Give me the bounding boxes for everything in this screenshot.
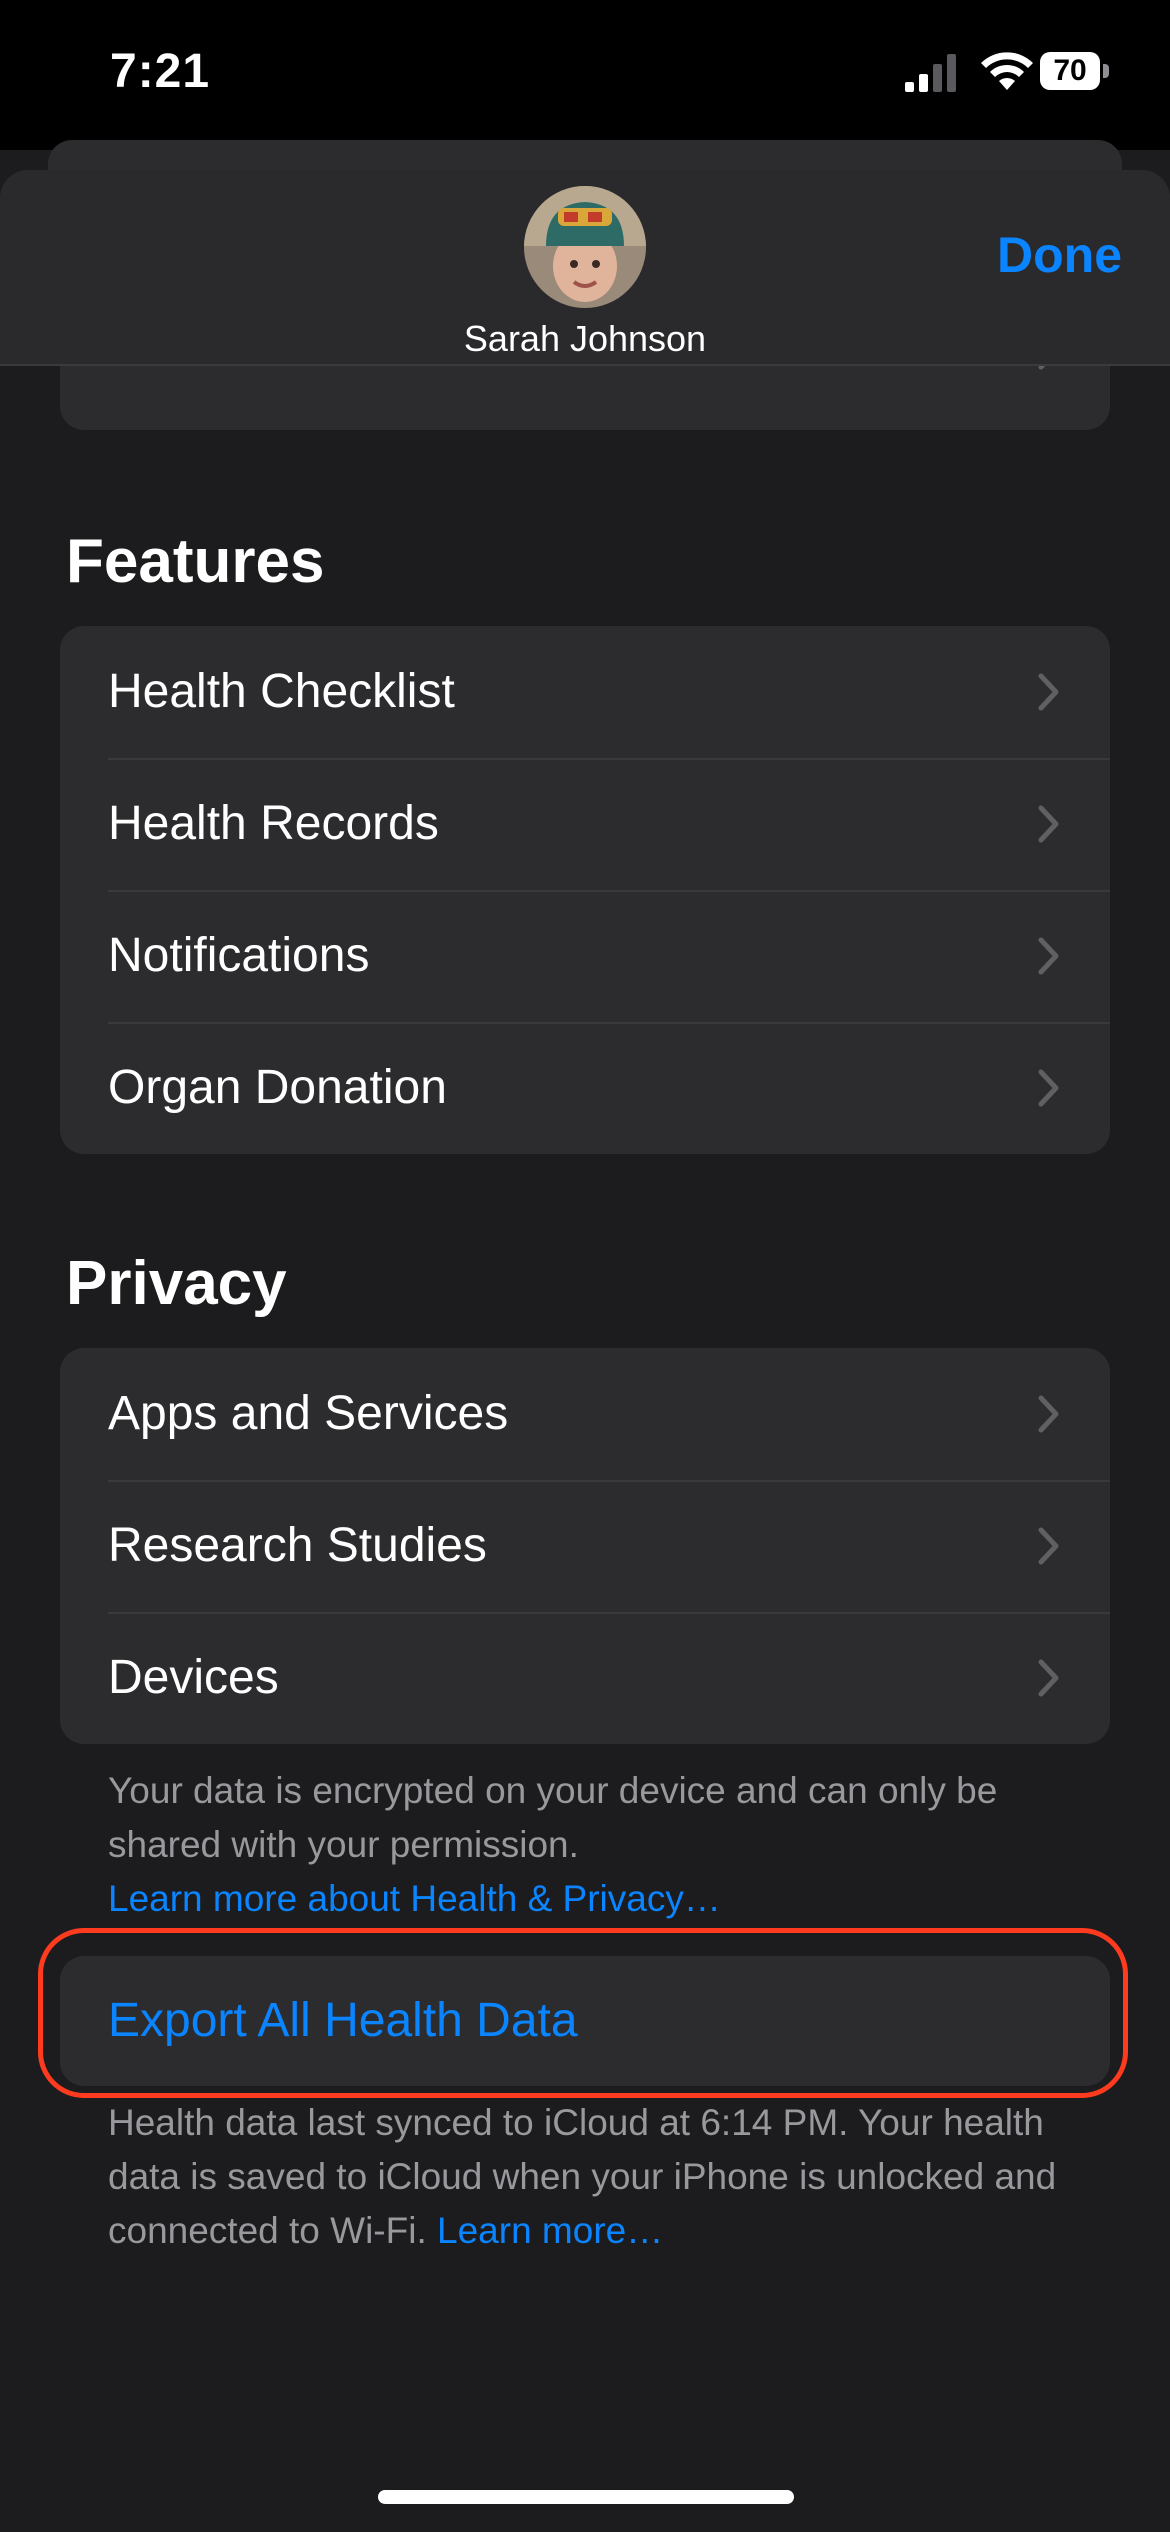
privacy-card: Apps and Services Research Studies Devic… <box>60 1348 1110 1744</box>
features-section-title: Features <box>66 527 325 596</box>
chevron-right-icon <box>1038 673 1059 711</box>
features-item-organ-donation[interactable]: Organ Donation <box>60 1022 1110 1154</box>
learn-more-link[interactable]: Learn more… <box>437 2210 663 2251</box>
highlight-annotation <box>38 1928 1128 2098</box>
wifi-icon <box>981 52 1033 90</box>
list-item-label: Health Checklist <box>108 665 455 718</box>
privacy-footer: Your data is encrypted on your device an… <box>108 1764 1068 1926</box>
avatar[interactable] <box>524 186 646 308</box>
features-item-notifications[interactable]: Notifications <box>60 890 1110 1022</box>
battery-level: 70 <box>1040 52 1100 90</box>
list-item-label: Health Records <box>108 797 439 850</box>
chevron-right-icon <box>1038 937 1059 975</box>
chevron-right-icon <box>1038 1395 1059 1433</box>
chevron-right-icon <box>1038 1659 1059 1697</box>
privacy-footer-text: Your data is encrypted on your device an… <box>108 1770 998 1865</box>
features-item-health-records[interactable]: Health Records <box>60 758 1110 890</box>
home-indicator[interactable] <box>378 2490 794 2504</box>
features-card: Health Checklist Health Records Notifica… <box>60 626 1110 1154</box>
battery-icon: 70 <box>1040 52 1110 92</box>
cellular-signal-icon <box>905 54 956 92</box>
list-item-label: Notifications <box>108 929 370 982</box>
profile-name: Sarah Johnson <box>463 318 707 359</box>
privacy-item-devices[interactable]: Devices <box>60 1612 1110 1744</box>
export-footer: Health data last synced to iCloud at 6:1… <box>108 2096 1068 2258</box>
list-item-label: Organ Donation <box>108 1061 447 1114</box>
features-item-health-checklist[interactable]: Health Checklist <box>60 626 1110 758</box>
list-item-label: Apps and Services <box>108 1387 509 1440</box>
done-button[interactable]: Done <box>997 226 1122 284</box>
privacy-section-title: Privacy <box>66 1249 287 1318</box>
chevron-right-icon <box>1038 805 1059 843</box>
list-item-label: Devices <box>108 1651 279 1704</box>
list-item-label: Research Studies <box>108 1519 487 1572</box>
privacy-item-research-studies[interactable]: Research Studies <box>60 1480 1110 1612</box>
chevron-right-icon <box>1038 1527 1059 1565</box>
health-privacy-link[interactable]: Learn more about Health & Privacy… <box>108 1878 721 1919</box>
profile-header: Sarah Johnson Done <box>0 170 1170 364</box>
privacy-item-apps-and-services[interactable]: Apps and Services <box>60 1348 1110 1480</box>
chevron-right-icon <box>1038 1069 1059 1107</box>
status-bar: 7:21 70 <box>0 0 1170 150</box>
status-time: 7:21 <box>110 45 211 98</box>
